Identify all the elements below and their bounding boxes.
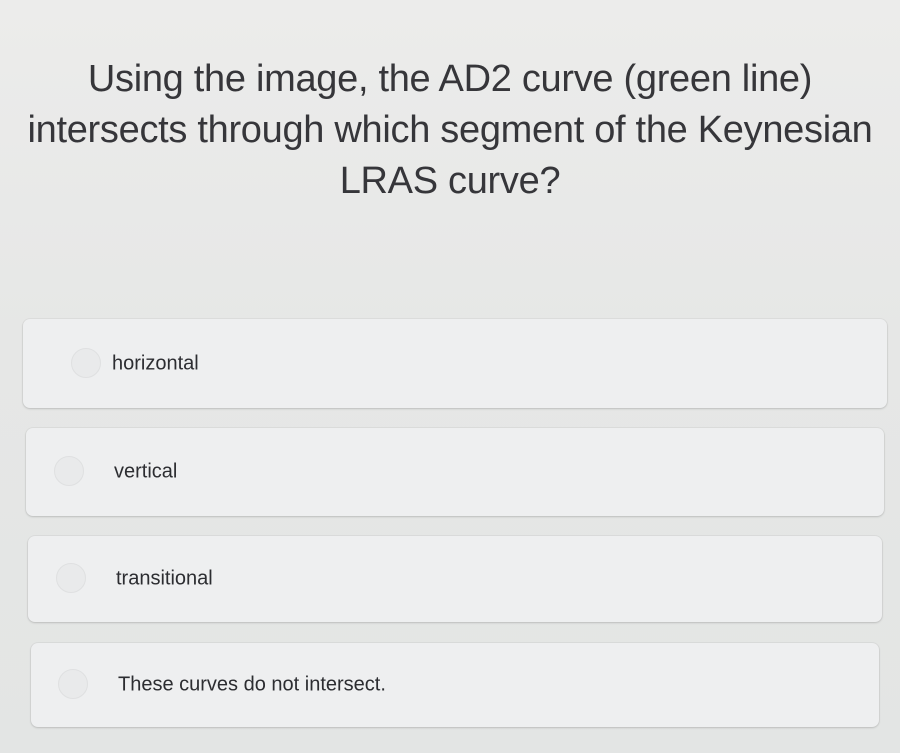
option-vertical[interactable]: vertical (26, 428, 884, 516)
radio-button[interactable] (56, 563, 86, 593)
option-transitional[interactable]: transitional (28, 536, 882, 622)
option-horizontal[interactable]: horizontal (23, 319, 887, 408)
answer-options: horizontal vertical transitional These c… (0, 0, 900, 753)
option-label: vertical (114, 460, 178, 483)
option-no-intersection[interactable]: These curves do not intersect. (31, 643, 879, 727)
radio-button[interactable] (58, 669, 88, 699)
radio-button[interactable] (54, 456, 84, 486)
option-label: horizontal (112, 352, 199, 374)
radio-button[interactable] (71, 347, 101, 378)
option-label: transitional (116, 567, 213, 590)
option-label: These curves do not intersect. (118, 673, 386, 696)
